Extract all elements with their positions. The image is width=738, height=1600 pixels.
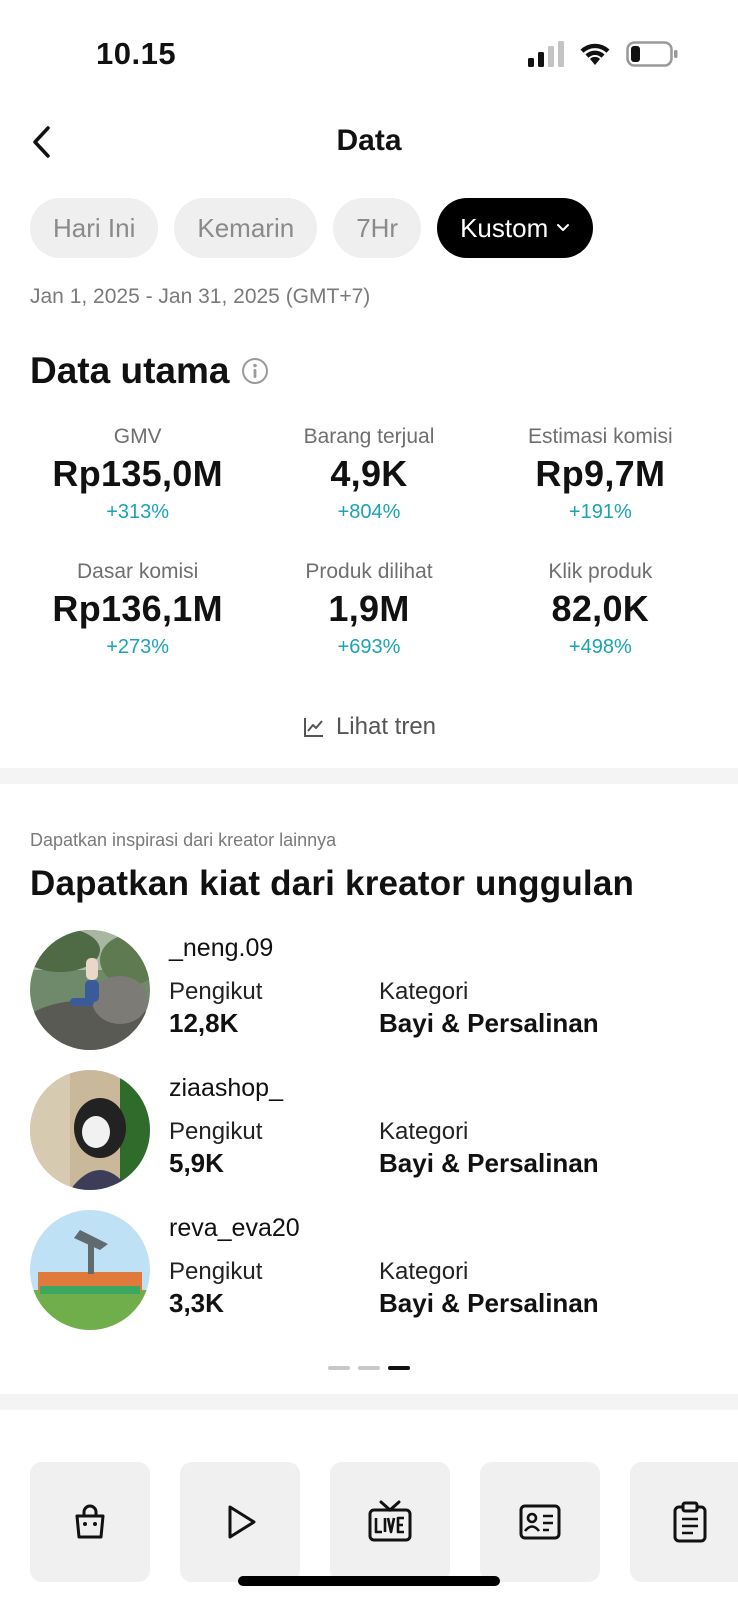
battery-icon <box>626 41 678 67</box>
filter-yesterday-label: Kemarin <box>197 212 295 243</box>
category-label: Kategori <box>379 978 469 1005</box>
metric-estimated-commission: Estimasi komisi Rp9,7M +191% <box>485 425 716 524</box>
followers-count: 12,8K <box>169 1008 239 1038</box>
creator-name: ziaashop_ <box>169 1074 283 1102</box>
avatar <box>30 1070 150 1190</box>
view-trend-label: Lihat tren <box>335 713 437 740</box>
cellular-signal-icon <box>528 41 564 67</box>
category-label: Kategori <box>379 1118 469 1145</box>
clipboard-icon <box>673 1501 707 1543</box>
metric-label: GMV <box>113 425 162 448</box>
category-value: Bayi & Persalinan <box>379 1288 599 1318</box>
metric-delta: +191% <box>568 501 632 523</box>
info-icon[interactable] <box>241 357 269 385</box>
date-range: Jan 1, 2025 - Jan 31, 2025 (GMT+7) <box>30 285 371 308</box>
metric-delta: +804% <box>337 501 401 523</box>
metric-delta: +313% <box>106 501 170 523</box>
chevron-down-icon <box>556 223 570 233</box>
followers-count: 5,9K <box>169 1148 224 1178</box>
shopping-bag-icon <box>75 1504 105 1539</box>
live-icon <box>368 1500 412 1542</box>
metric-label: Klik produk <box>548 560 653 583</box>
metrics-grid: GMV Rp135,0M +313% Barang terjual 4,9K +… <box>22 425 716 659</box>
metric-value: 82,0K <box>551 588 650 629</box>
filter-yesterday[interactable]: Kemarin <box>174 198 318 258</box>
filter-custom[interactable]: Kustom <box>437 198 594 258</box>
creator-name: _neng.09 <box>169 934 274 962</box>
followers-label: Pengikut <box>169 978 263 1005</box>
wifi-icon <box>580 43 610 65</box>
trend-chart-icon <box>303 718 323 737</box>
view-trend-button[interactable]: Lihat tren <box>0 713 738 741</box>
inspiration-subtitle: Dapatkan inspirasi dari kreator lainnya <box>30 830 337 850</box>
category-value: Bayi & Persalinan <box>379 1008 599 1038</box>
section-divider <box>0 1394 738 1410</box>
followers-label: Pengikut <box>169 1258 263 1285</box>
metric-delta: +273% <box>106 636 170 658</box>
metric-value: Rp136,1M <box>52 588 223 629</box>
metric-delta: +693% <box>337 636 401 658</box>
metric-commission-base: Dasar komisi Rp136,1M +273% <box>22 560 253 659</box>
nav-header: Data <box>0 112 738 172</box>
pager-dot-active[interactable] <box>388 1366 410 1370</box>
creator-card[interactable]: ziaashop_ Pengikut 5,9K Kategori Bayi & … <box>30 1070 710 1210</box>
video-tool-button[interactable] <box>180 1462 300 1582</box>
carousel-pager <box>0 1366 738 1370</box>
metric-delta: +498% <box>568 636 632 658</box>
metric-value: 4,9K <box>330 453 408 494</box>
creator-card[interactable]: reva_eva20 Pengikut 3,3K Kategori Bayi &… <box>30 1210 710 1350</box>
followers-label: Pengikut <box>169 1118 263 1145</box>
category-label: Kategori <box>379 1258 469 1285</box>
filter-7days-label: 7Hr <box>356 212 399 243</box>
avatar <box>30 1210 150 1330</box>
pager-dot[interactable] <box>328 1366 350 1370</box>
profile-tool-button[interactable] <box>480 1462 600 1582</box>
section-divider <box>0 768 738 784</box>
filter-today-label: Hari Ini <box>53 212 136 243</box>
period-filter: Hari Ini Kemarin 7Hr Kustom <box>30 198 594 258</box>
inspiration-title: Dapatkan kiat dari kreator unggulan <box>30 864 635 903</box>
metric-value: Rp9,7M <box>535 453 666 494</box>
live-tool-button[interactable] <box>330 1462 450 1582</box>
orders-tool-button[interactable] <box>630 1462 738 1582</box>
metric-gmv: GMV Rp135,0M +313% <box>22 425 253 524</box>
id-card-icon <box>519 1504 561 1540</box>
category-value: Bayi & Persalinan <box>379 1148 599 1178</box>
followers-count: 3,3K <box>169 1288 224 1318</box>
metric-label: Barang terjual <box>303 425 435 448</box>
creator-card[interactable]: _neng.09 Pengikut 12,8K Kategori Bayi & … <box>30 930 710 1070</box>
pager-dot[interactable] <box>358 1366 380 1370</box>
metric-items-sold: Barang terjual 4,9K +804% <box>253 425 484 524</box>
main-data-title: Data utama <box>30 350 230 391</box>
play-icon <box>228 1505 256 1539</box>
status-icons <box>528 40 678 68</box>
metric-label: Dasar komisi <box>76 560 199 583</box>
shop-tool-button[interactable] <box>30 1462 150 1582</box>
metric-label: Estimasi komisi <box>527 425 673 448</box>
home-indicator[interactable] <box>238 1576 500 1586</box>
creator-list: _neng.09 Pengikut 12,8K Kategori Bayi & … <box>30 930 710 1350</box>
page-title: Data <box>336 124 402 157</box>
metric-value: 1,9M <box>328 588 410 629</box>
clock-time: 10.15 <box>96 36 177 71</box>
section-title: Data utama <box>30 350 269 392</box>
tools-row <box>30 1462 738 1582</box>
metric-product-clicks: Klik produk 82,0K +498% <box>485 560 716 659</box>
filter-custom-label: Kustom <box>460 212 549 243</box>
metric-value: Rp135,0M <box>52 453 223 494</box>
filter-today[interactable]: Hari Ini <box>30 198 159 258</box>
metric-product-views: Produk dilihat 1,9M +693% <box>253 560 484 659</box>
metric-label: Produk dilihat <box>305 560 433 583</box>
status-bar: 10.15 <box>0 0 738 100</box>
creator-name: reva_eva20 <box>169 1214 300 1242</box>
filter-7days[interactable]: 7Hr <box>333 198 422 258</box>
avatar <box>30 930 150 1050</box>
